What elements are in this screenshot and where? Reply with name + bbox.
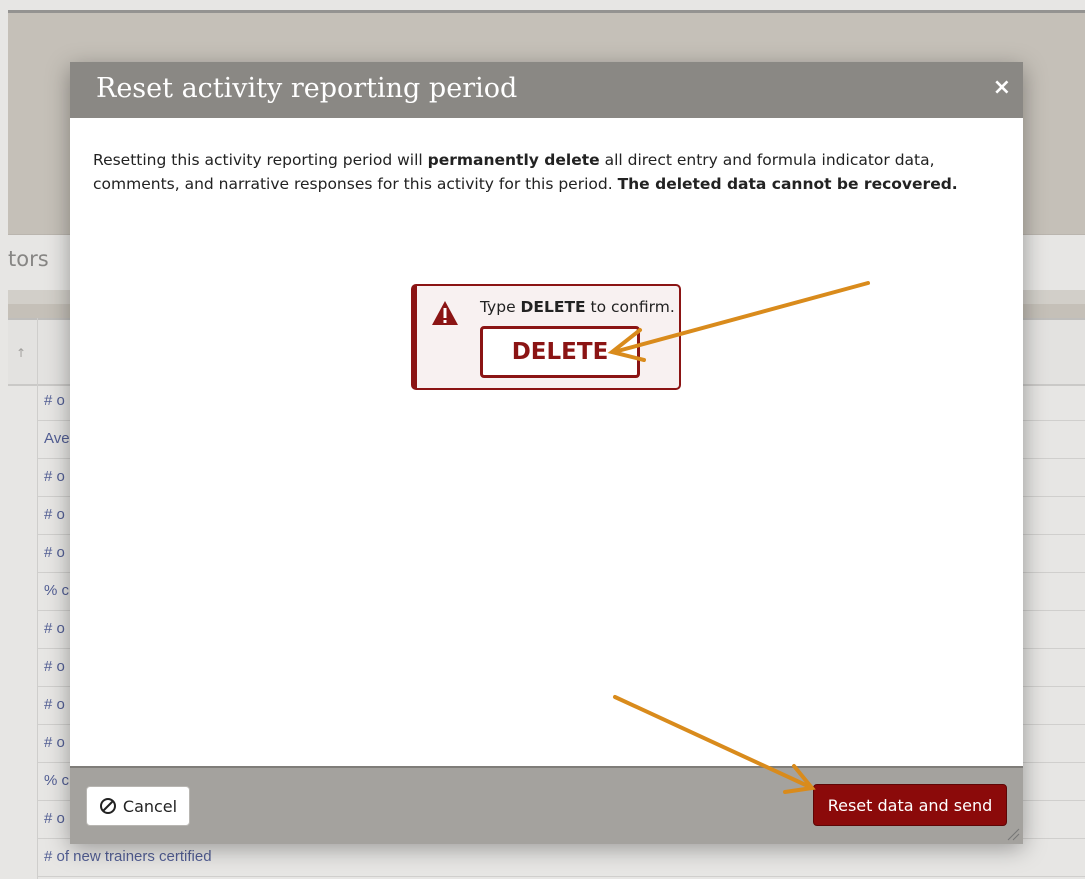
confirm-label-suffix: to confirm. xyxy=(585,298,675,316)
delete-confirmation-box: Type DELETE to confirm. xyxy=(411,284,681,390)
reset-data-and-send-button[interactable]: Reset data and send xyxy=(813,784,1007,826)
ban-icon xyxy=(99,798,116,814)
resize-grip-icon[interactable] xyxy=(1006,827,1020,841)
dialog-title: Reset activity reporting period xyxy=(96,73,518,104)
confirm-keyword: DELETE xyxy=(520,298,586,316)
dialog-header: Reset activity reporting period × xyxy=(70,62,1023,118)
dialog-footer: Cancel Reset data and send xyxy=(70,766,1023,844)
message-text-1: Resetting this activity reporting period… xyxy=(93,151,428,169)
confirm-instruction: Type DELETE to confirm. xyxy=(480,298,675,316)
dialog-message: Resetting this activity reporting period… xyxy=(93,148,1008,196)
message-bold-2: The deleted data cannot be recovered. xyxy=(617,175,958,193)
message-bold-1: permanently delete xyxy=(427,151,600,169)
cancel-label: Cancel xyxy=(122,796,178,816)
warning-icon xyxy=(432,301,458,325)
delete-confirm-input[interactable] xyxy=(480,326,640,378)
reset-period-dialog: Reset activity reporting period × Resett… xyxy=(70,62,1023,844)
close-icon[interactable]: × xyxy=(993,75,1011,100)
confirm-label-prefix: Type xyxy=(480,298,521,316)
cancel-button[interactable]: Cancel xyxy=(86,786,190,826)
